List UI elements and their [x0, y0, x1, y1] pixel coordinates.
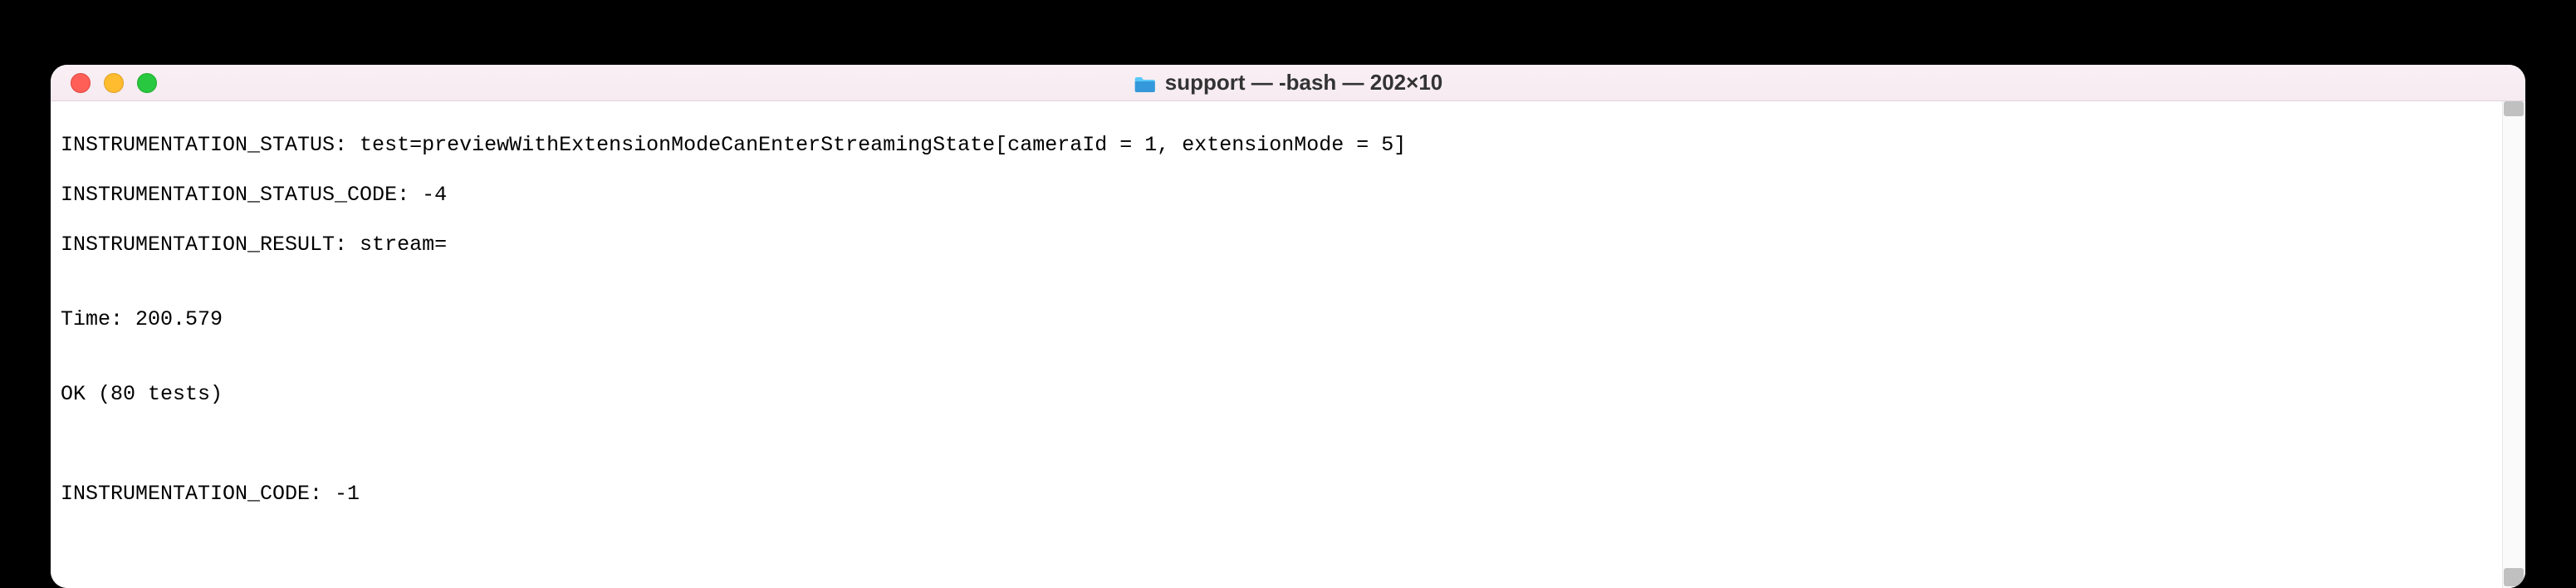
traffic-lights — [51, 73, 157, 93]
scrollbar-thumb[interactable] — [2504, 568, 2524, 586]
close-button[interactable] — [71, 73, 91, 93]
folder-icon — [1134, 74, 1157, 92]
terminal-line: OK (80 tests) — [61, 382, 2515, 407]
terminal-line: INSTRUMENTATION_CODE: -1 — [61, 482, 2515, 507]
terminal-line: INSTRUMENTATION_STATUS: test=previewWith… — [61, 133, 2515, 158]
terminal-line: INSTRUMENTATION_RESULT: stream= — [61, 233, 2515, 257]
terminal-window: support — -bash — 202×10 INSTRUMENTATION… — [51, 65, 2525, 588]
terminal-line: Time: 200.579 — [61, 307, 2515, 332]
minimize-button[interactable] — [104, 73, 124, 93]
terminal-line: INSTRUMENTATION_STATUS_CODE: -4 — [61, 183, 2515, 208]
scrollbar-indicator-top — [2504, 101, 2524, 116]
maximize-button[interactable] — [137, 73, 157, 93]
terminal-body[interactable]: INSTRUMENTATION_STATUS: test=previewWith… — [51, 101, 2525, 588]
scrollbar-track[interactable] — [2502, 101, 2525, 588]
title-bar[interactable]: support — -bash — 202×10 — [51, 65, 2525, 101]
window-title-text: support — -bash — 202×10 — [1165, 70, 1442, 96]
window-title: support — -bash — 202×10 — [1134, 70, 1442, 96]
